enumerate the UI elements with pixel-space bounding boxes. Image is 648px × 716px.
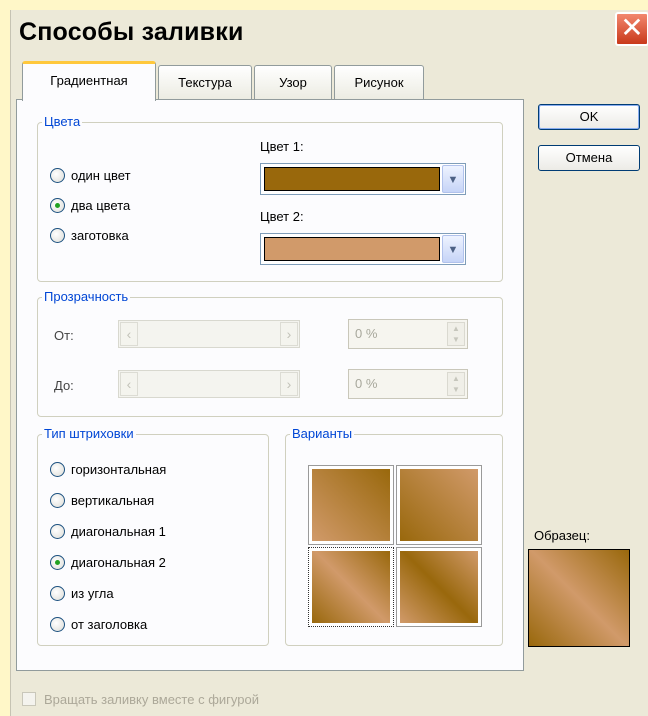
dialog-title: Способы заливки: [19, 18, 244, 46]
rotate-fill-checkbox[interactable]: [22, 692, 36, 706]
gradient-preview: [400, 551, 478, 623]
radio-preset[interactable]: заготовка: [50, 225, 129, 245]
tab-texture[interactable]: Текстура: [158, 65, 252, 99]
radio-label: от заголовка: [71, 616, 148, 632]
radio-button[interactable]: [50, 616, 65, 632]
radio-label: из угла: [71, 585, 114, 601]
radio-label: заготовка: [71, 227, 129, 243]
variant-1[interactable]: [308, 465, 394, 545]
color2-swatch: [264, 237, 440, 261]
tab-panel-gradient: Цвета один цвет два цвета заготовка Цвет…: [16, 99, 524, 671]
tab-label: Рисунок: [354, 75, 404, 90]
color1-swatch: [264, 167, 440, 191]
tab-pattern[interactable]: Узор: [254, 65, 332, 99]
title-bar: Способы заливки ✕: [11, 10, 648, 56]
chevron-down-icon[interactable]: ▼: [442, 165, 464, 193]
variant-4[interactable]: [396, 547, 482, 627]
radio-button[interactable]: [50, 461, 65, 477]
radio-label: два цвета: [71, 197, 131, 213]
colors-group: Цвета один цвет два цвета заготовка Цвет…: [37, 114, 503, 282]
close-icon: ✕: [620, 12, 644, 43]
variants-group: Варианты: [285, 426, 503, 646]
transparency-group-label: Прозрачность: [42, 289, 131, 304]
radio-label: диагональная 2: [71, 554, 166, 570]
radio-from-corner[interactable]: из угла: [50, 583, 114, 603]
chevron-down-icon[interactable]: ▼: [442, 235, 464, 263]
spin-arrows-icon[interactable]: ▲ ▼: [447, 322, 465, 346]
to-label: До:: [54, 378, 74, 393]
radio-two-colors[interactable]: два цвета: [50, 195, 130, 215]
radio-button[interactable]: [50, 167, 65, 183]
variant-3[interactable]: [308, 547, 394, 627]
spin-arrows-icon[interactable]: ▲ ▼: [447, 372, 465, 396]
chevron-right-icon[interactable]: ›: [280, 322, 298, 346]
color2-dropdown[interactable]: ▼: [260, 233, 466, 265]
shading-group-label: Тип штриховки: [42, 426, 136, 441]
variant-2[interactable]: [396, 465, 482, 545]
radio-horizontal[interactable]: горизонтальная: [50, 459, 166, 479]
ok-button[interactable]: OK: [538, 104, 640, 130]
to-value: 0 %: [355, 376, 378, 391]
radio-label: диагональная 1: [71, 523, 166, 539]
shading-styles-group: Тип штриховки горизонтальная вертикальна…: [37, 426, 269, 646]
from-value: 0 %: [355, 326, 378, 341]
from-label: От:: [54, 328, 74, 343]
cancel-button[interactable]: Отмена: [538, 145, 640, 171]
cancel-label: Отмена: [565, 150, 613, 165]
close-button[interactable]: ✕: [615, 12, 648, 46]
chevron-right-icon[interactable]: ›: [280, 372, 298, 396]
colors-group-label: Цвета: [42, 114, 83, 129]
radio-label: один цвет: [71, 167, 131, 183]
to-spinbox[interactable]: 0 % ▲ ▼: [348, 369, 468, 399]
radio-button[interactable]: [50, 585, 65, 601]
radio-diagonal-1[interactable]: диагональная 1: [50, 521, 166, 541]
radio-from-title[interactable]: от заголовка: [50, 614, 147, 634]
radio-label: горизонтальная: [71, 461, 167, 477]
variants-group-label: Варианты: [290, 426, 355, 441]
radio-vertical[interactable]: вертикальная: [50, 490, 154, 510]
transparency-group: Прозрачность От: ‹ › 0 % ▲ ▼ До: ‹ › 0 % …: [37, 289, 503, 417]
tab-gradient[interactable]: Градиентная: [22, 61, 156, 101]
from-slider[interactable]: ‹ ›: [118, 320, 300, 348]
tab-label: Градиентная: [50, 73, 128, 88]
radio-one-color[interactable]: один цвет: [50, 165, 131, 185]
gradient-preview: [312, 551, 390, 623]
radio-button[interactable]: [50, 492, 65, 508]
gradient-preview: [400, 469, 478, 541]
sample-label: Образец:: [534, 528, 590, 543]
chevron-left-icon[interactable]: ‹: [120, 372, 138, 396]
to-slider[interactable]: ‹ ›: [118, 370, 300, 398]
radio-button[interactable]: [50, 227, 65, 243]
tab-picture[interactable]: Рисунок: [334, 65, 424, 99]
from-spinbox[interactable]: 0 % ▲ ▼: [348, 319, 468, 349]
ok-label: OK: [579, 109, 599, 124]
color1-dropdown[interactable]: ▼: [260, 163, 466, 195]
rotate-fill-label: Вращать заливку вместе с фигурой: [44, 692, 259, 707]
chevron-left-icon[interactable]: ‹: [120, 322, 138, 346]
radio-button[interactable]: [50, 554, 65, 570]
radio-diagonal-2[interactable]: диагональная 2: [50, 552, 166, 572]
tab-label: Узор: [279, 75, 307, 90]
color1-label: Цвет 1:: [260, 139, 304, 154]
radio-button[interactable]: [50, 197, 65, 213]
color2-label: Цвет 2:: [260, 209, 304, 224]
tab-label: Текстура: [178, 75, 232, 90]
sample-preview: [528, 549, 630, 647]
radio-label: вертикальная: [71, 492, 155, 508]
radio-button[interactable]: [50, 523, 65, 539]
gradient-preview: [312, 469, 390, 541]
